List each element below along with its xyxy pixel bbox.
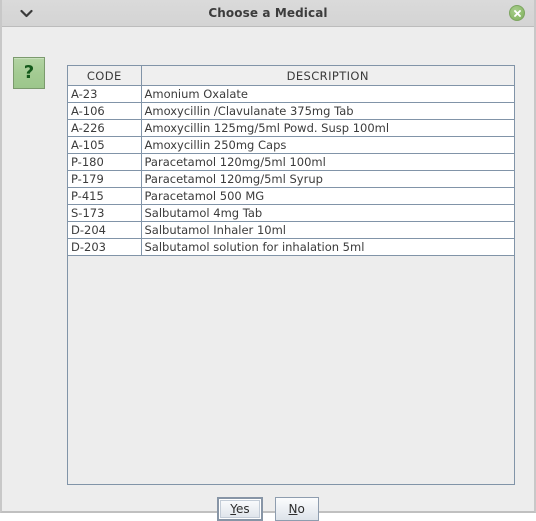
cell-code: P-180 [68, 153, 142, 171]
cell-description: Paracetamol 120mg/5ml 100ml [141, 153, 514, 171]
cell-code: P-179 [68, 170, 142, 188]
table-row[interactable]: A-226 Amoxycillin 125mg/5ml Powd. Susp 1… [68, 119, 514, 137]
medical-list-panel[interactable]: CODE DESCRIPTION A-23 Amonium Oxalate A-… [67, 65, 515, 485]
no-mnemonic: N [288, 502, 298, 516]
table-header: CODE DESCRIPTION [68, 66, 514, 86]
cell-code: P-415 [68, 187, 142, 205]
table-row[interactable]: A-105 Amoxycillin 250mg Caps [68, 136, 514, 154]
cell-description: Amoxycillin 250mg Caps [141, 136, 514, 154]
table-row[interactable]: S-173 Salbutamol 4mg Tab [68, 204, 514, 222]
help-button[interactable]: ? [13, 57, 45, 89]
table-row[interactable]: P-179 Paracetamol 120mg/5ml Syrup [68, 170, 514, 188]
dialog-window: Choose a Medical ? CODE DESCRIPTION A-23… [0, 0, 536, 521]
table-row[interactable]: P-180 Paracetamol 120mg/5ml 100ml [68, 153, 514, 171]
cell-code: D-203 [68, 238, 142, 256]
cell-description: Amoxycillin /Clavulanate 375mg Tab [141, 102, 514, 120]
cell-code: A-106 [68, 102, 142, 120]
medical-table: CODE DESCRIPTION A-23 Amonium Oxalate A-… [68, 66, 514, 256]
cell-description: Salbutamol 4mg Tab [141, 204, 514, 222]
no-rest: o [297, 502, 305, 516]
cell-description: Amonium Oxalate [141, 85, 514, 103]
column-header-description[interactable]: DESCRIPTION [141, 66, 514, 86]
dialog-content: ? CODE DESCRIPTION A-23 Amonium Oxalate … [2, 27, 534, 521]
no-button-label: No [289, 502, 305, 516]
column-header-code[interactable]: CODE [68, 66, 142, 86]
chevron-down-icon[interactable] [16, 0, 36, 26]
cell-description: Salbutamol solution for inhalation 5ml [141, 238, 514, 256]
cell-description: Paracetamol 500 MG [141, 187, 514, 205]
cell-description: Amoxycillin 125mg/5ml Powd. Susp 100ml [141, 119, 514, 137]
table-row[interactable]: P-415 Paracetamol 500 MG [68, 187, 514, 205]
no-button[interactable]: No [274, 497, 319, 521]
table-header-row: CODE DESCRIPTION [68, 66, 514, 86]
table-row[interactable]: A-23 Amonium Oxalate [68, 85, 514, 103]
table-row[interactable]: A-106 Amoxycillin /Clavulanate 375mg Tab [68, 102, 514, 120]
cell-code: A-105 [68, 136, 142, 154]
cell-code: S-173 [68, 204, 142, 222]
cell-code: A-23 [68, 85, 142, 103]
title-bar: Choose a Medical [2, 0, 534, 27]
table-body: A-23 Amonium Oxalate A-106 Amoxycillin /… [68, 85, 514, 256]
close-icon[interactable] [509, 5, 525, 21]
yes-rest: es [236, 502, 250, 516]
table-row[interactable]: D-204 Salbutamol Inhaler 10ml [68, 221, 514, 239]
table-row[interactable]: D-203 Salbutamol solution for inhalation… [68, 238, 514, 256]
cell-description: Paracetamol 120mg/5ml Syrup [141, 170, 514, 188]
window-title: Choose a Medical [208, 6, 328, 20]
cell-description: Salbutamol Inhaler 10ml [141, 221, 514, 239]
cell-code: A-226 [68, 119, 142, 137]
yes-button-label: Yes [230, 502, 249, 516]
yes-button[interactable]: Yes [217, 497, 263, 521]
cell-code: D-204 [68, 221, 142, 239]
question-mark-icon: ? [23, 62, 35, 83]
dialog-button-bar: Yes No [2, 497, 534, 521]
